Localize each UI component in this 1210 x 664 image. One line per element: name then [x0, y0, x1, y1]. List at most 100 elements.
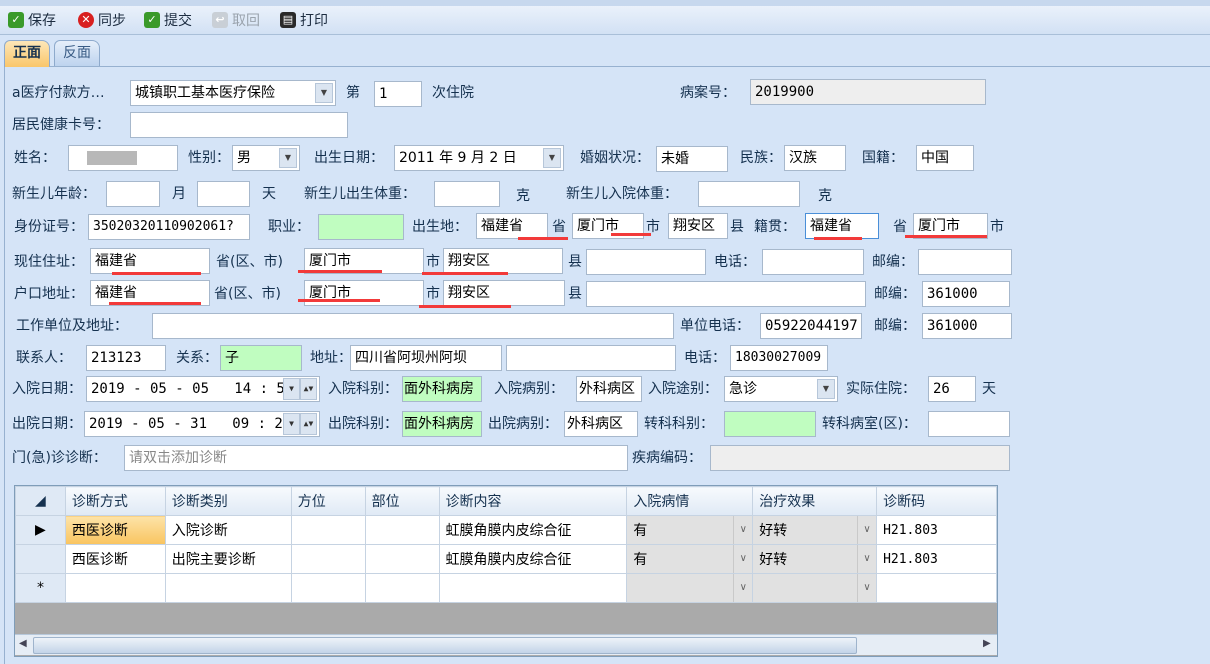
admission-condition-select[interactable]: 有 ∨ [626, 515, 754, 545]
work-phone-input[interactable]: 05922044197 [760, 313, 862, 339]
current-province-input[interactable]: 福建省 [90, 248, 210, 274]
newborn-month-input[interactable] [106, 181, 160, 207]
work-postcode-input[interactable]: 361000 [922, 313, 1012, 339]
table-row[interactable]: ▶ 西医诊断 入院诊断 虹膜角膜内皮综合征 有 ∨ 好转 ∨ H21.803 [15, 515, 997, 545]
birthplace-county-input[interactable]: 翔安区 [668, 213, 728, 239]
cell[interactable] [364, 573, 440, 603]
cell[interactable] [438, 573, 628, 603]
column-header[interactable]: 诊断类别 [164, 486, 292, 516]
column-header[interactable]: 诊断方式 [64, 486, 166, 516]
cell[interactable] [364, 515, 440, 545]
save-button[interactable]: ✓ 保存 [8, 10, 56, 30]
cell[interactable]: 虹膜角膜内皮综合征 [438, 515, 628, 545]
tab-back[interactable]: 反面 [54, 40, 100, 67]
transfer-ward-input[interactable] [928, 411, 1010, 437]
marital-input[interactable]: 未婚 [656, 146, 728, 172]
cell[interactable] [364, 544, 440, 574]
spin-updown-icon[interactable]: ▲▼ [300, 413, 317, 435]
admit-route-select[interactable]: 急诊 ▼ [724, 376, 838, 402]
print-button[interactable]: ▤ 打印 [280, 10, 328, 30]
new-row[interactable]: * ∨ ∨ [15, 573, 997, 603]
column-header[interactable]: 诊断码 [876, 486, 997, 516]
current-phone-input[interactable] [762, 249, 864, 275]
withdraw-button[interactable]: ↩ 取回 [212, 10, 260, 30]
current-row-indicator-icon[interactable]: ▶ [15, 515, 66, 545]
discharge-ward-input[interactable]: 外科病区 [564, 411, 638, 437]
transfer-dept-input[interactable] [724, 411, 816, 437]
outpatient-diagnosis-input[interactable]: 请双击添加诊断 [124, 445, 628, 471]
column-header[interactable]: 入院病情 [626, 486, 754, 516]
cell[interactable]: 虹膜角膜内皮综合征 [438, 544, 628, 574]
payment-method-select[interactable]: 城镇职工基本医疗保险 ▼ [130, 80, 336, 106]
admit-ward-input[interactable]: 外科病区 [576, 376, 642, 402]
cell[interactable]: H21.803 [876, 544, 997, 574]
chevron-down-icon[interactable]: ▼ [283, 378, 300, 400]
admit-dept-input[interactable]: 面外科病房 [402, 376, 482, 402]
case-no-input[interactable]: 2019900 [750, 79, 986, 105]
contact-address-extra-input[interactable] [506, 345, 676, 371]
select-all-corner[interactable]: ◢ [15, 486, 66, 516]
tab-front[interactable]: 正面 [4, 40, 50, 67]
nationality-input[interactable]: 中国 [916, 145, 974, 171]
cell[interactable] [290, 573, 366, 603]
scrollbar-thumb[interactable] [33, 637, 857, 654]
newborn-admit-weight-input[interactable] [698, 181, 800, 207]
chevron-down-icon[interactable]: ▼ [283, 413, 300, 435]
row-header[interactable] [15, 544, 66, 574]
contact-address-input[interactable]: 四川省阿坝州阿坝 [350, 345, 502, 371]
id-input[interactable]: 35020320110902061? [88, 214, 250, 240]
hukou-postcode-input[interactable]: 361000 [922, 281, 1010, 307]
column-header[interactable]: 诊断内容 [438, 486, 628, 516]
cell[interactable]: 西医诊断 [64, 515, 166, 545]
sync-button[interactable]: ✕ 同步 [78, 10, 126, 30]
cell[interactable] [64, 573, 166, 603]
cell[interactable] [164, 573, 292, 603]
cell[interactable] [290, 544, 366, 574]
health-card-input[interactable] [130, 112, 348, 138]
discharge-datetime-picker[interactable]: 2019 - 05 - 31 09 : 29 ▼ ▲▼ [84, 411, 320, 437]
relation-input[interactable]: 子 [220, 345, 302, 371]
submit-button[interactable]: ✓ 提交 [144, 10, 192, 30]
cell[interactable]: 入院诊断 [164, 515, 292, 545]
treatment-result-select[interactable]: 好转 ∨ [752, 544, 878, 574]
current-street-input[interactable] [586, 249, 706, 275]
birthplace-province-input[interactable]: 福建省 [476, 213, 548, 239]
admission-condition-select[interactable]: ∨ [626, 573, 754, 603]
hukou-street-input[interactable] [586, 281, 866, 307]
native-province-input[interactable]: 福建省 [805, 213, 879, 239]
cell[interactable]: 出院主要诊断 [164, 544, 292, 574]
current-postcode-input[interactable] [918, 249, 1012, 275]
current-county-input[interactable]: 翔安区 [443, 248, 563, 274]
horizontal-scrollbar[interactable]: ◀ ▶ [15, 634, 997, 655]
hukou-county-input[interactable]: 翔安区 [443, 280, 565, 306]
newborn-birth-weight-input[interactable] [434, 181, 500, 207]
table-row[interactable]: 西医诊断 出院主要诊断 虹膜角膜内皮综合征 有 ∨ 好转 ∨ H21.803 [15, 544, 997, 574]
column-header[interactable]: 治疗效果 [752, 486, 878, 516]
contact-phone-input[interactable]: 18030027009 [730, 345, 828, 371]
newborn-day-input[interactable] [197, 181, 250, 207]
cell[interactable] [290, 515, 366, 545]
actual-stay-input[interactable]: 26 [928, 376, 976, 402]
scroll-left-icon[interactable]: ◀ [19, 638, 27, 649]
discharge-dept-input[interactable]: 面外科病房 [402, 411, 482, 437]
name-input[interactable] [68, 145, 178, 171]
admission-count-input[interactable]: 1 [374, 81, 422, 107]
spin-updown-icon[interactable]: ▲▼ [300, 378, 317, 400]
treatment-result-select[interactable]: 好转 ∨ [752, 515, 878, 545]
column-header[interactable]: 方位 [290, 486, 366, 516]
gender-select[interactable]: 男 ▼ [232, 145, 300, 171]
treatment-result-select[interactable]: ∨ [752, 573, 878, 603]
admit-datetime-picker[interactable]: 2019 - 05 - 05 14 : 55 ▼ ▲▼ [86, 376, 320, 402]
scroll-right-icon[interactable]: ▶ [983, 638, 991, 649]
cell[interactable]: H21.803 [876, 515, 997, 545]
job-input[interactable] [318, 214, 404, 240]
work-address-input[interactable] [152, 313, 674, 339]
birth-date-picker[interactable]: 2011 年 9 月 2 日 ▼ [394, 145, 564, 171]
admission-condition-select[interactable]: 有 ∨ [626, 544, 754, 574]
hukou-city-input[interactable]: 厦门市 [304, 280, 424, 306]
column-header[interactable]: 部位 [364, 486, 440, 516]
disease-code-input[interactable] [710, 445, 1010, 471]
ethnic-input[interactable]: 汉族 [784, 145, 846, 171]
cell[interactable]: 西医诊断 [64, 544, 166, 574]
cell[interactable] [876, 573, 997, 603]
